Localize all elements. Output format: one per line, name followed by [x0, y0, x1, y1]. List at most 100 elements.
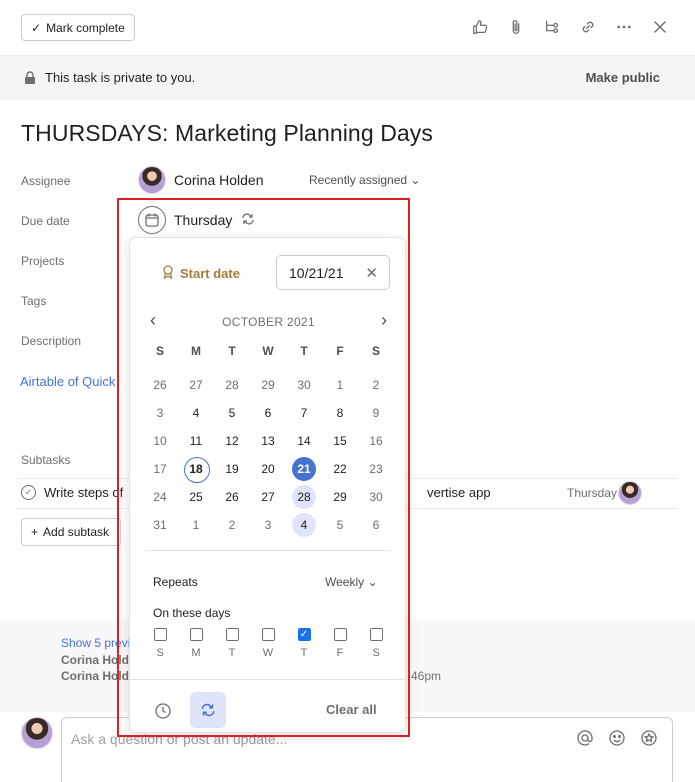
calendar-day[interactable]: 12	[214, 427, 250, 455]
calendar-day[interactable]: 16	[358, 427, 394, 455]
make-public-button[interactable]: Make public	[586, 70, 660, 85]
repeat-day-checkbox[interactable]	[225, 628, 239, 641]
calendar-day-number: 27	[189, 378, 203, 392]
calendar-day[interactable]: 25	[178, 483, 214, 511]
calendar-day[interactable]: 29	[322, 483, 358, 511]
calendar-day[interactable]: 28	[214, 371, 250, 399]
on-these-days-label: On these days	[153, 606, 231, 620]
calendar-day[interactable]: 5	[214, 399, 250, 427]
subtask-icon[interactable]	[542, 15, 562, 39]
more-icon[interactable]	[614, 15, 634, 39]
show-previous-link[interactable]: Show 5 previ	[61, 636, 130, 650]
clear-date-icon[interactable]: ✕	[365, 264, 378, 282]
recently-assigned-dropdown[interactable]: Recently assigned ⌄	[309, 173, 420, 187]
calendar-day[interactable]: 13	[250, 427, 286, 455]
assignee-label: Assignee	[21, 174, 71, 188]
calendar-day[interactable]: 18	[178, 455, 214, 483]
calendar-day[interactable]: 8	[322, 399, 358, 427]
repeat-icon	[201, 703, 215, 717]
thumbs-up-icon[interactable]	[470, 15, 490, 39]
chevron-right-icon[interactable]: ›	[381, 310, 387, 331]
calendar-day[interactable]: 5	[322, 511, 358, 539]
close-icon[interactable]	[650, 15, 670, 39]
calendar-day[interactable]: 3	[142, 399, 178, 427]
calendar-day[interactable]: 19	[214, 455, 250, 483]
clear-all-button[interactable]: Clear all	[326, 702, 377, 717]
start-date-button[interactable]: Start date	[161, 264, 240, 282]
add-subtask-button[interactable]: + Add subtask	[21, 518, 121, 546]
calendar-day[interactable]: 30	[358, 483, 394, 511]
calendar-day-number: 1	[192, 518, 200, 532]
calendar-day-number: 3	[264, 518, 272, 532]
calendar-month-label: OCTOBER 2021	[222, 315, 315, 329]
subtask-due-date[interactable]: Thursday	[567, 486, 617, 500]
calendar-day[interactable]: 11	[178, 427, 214, 455]
calendar-day[interactable]: 6	[250, 399, 286, 427]
activity-author[interactable]: Corina Holde	[61, 669, 136, 683]
repeat-icon	[240, 211, 256, 230]
calendar-day[interactable]: 1	[322, 371, 358, 399]
calendar-day[interactable]: 20	[250, 455, 286, 483]
due-date-field[interactable]: Thursday	[138, 206, 256, 234]
calendar-day[interactable]: 24	[142, 483, 178, 511]
repeat-days-checkboxes: S M T W ✓ T F S	[142, 628, 394, 659]
mark-complete-button[interactable]: ✓ Mark complete	[21, 14, 135, 41]
calendar-day[interactable]: 7	[286, 399, 322, 427]
repeat-day-checkbox[interactable]	[153, 628, 167, 641]
link-icon[interactable]	[578, 15, 598, 39]
star-badge-icon[interactable]	[639, 728, 659, 748]
calendar-day[interactable]: 3	[250, 511, 286, 539]
calendar-day[interactable]: 1	[178, 511, 214, 539]
calendar-day-number: 26	[153, 378, 167, 392]
due-date-input[interactable]: 10/21/21 ✕	[276, 255, 390, 290]
calendar-day[interactable]: 15	[322, 427, 358, 455]
paperclip-icon[interactable]	[506, 15, 526, 39]
repeat-day-checkbox[interactable]	[369, 628, 383, 641]
calendar-day[interactable]: 27	[178, 371, 214, 399]
assignee-field[interactable]: Corina Holden	[138, 166, 264, 194]
repeat-day-checkbox[interactable]	[189, 628, 203, 641]
calendar-day[interactable]: 9	[358, 399, 394, 427]
repeat-toggle-button[interactable]	[190, 692, 226, 728]
calendar-day[interactable]: 6	[358, 511, 394, 539]
calendar-day[interactable]: 28	[286, 483, 322, 511]
calendar-day[interactable]: 31	[142, 511, 178, 539]
repeat-day-checkbox[interactable]	[333, 628, 347, 641]
calendar-day[interactable]: 29	[250, 371, 286, 399]
calendar-day[interactable]: 4	[178, 399, 214, 427]
calendar-day[interactable]: 30	[286, 371, 322, 399]
calendar-icon	[138, 206, 166, 234]
task-title[interactable]: THURSDAYS: Marketing Planning Days	[21, 120, 433, 147]
calendar-day-number: 6	[372, 518, 380, 532]
clock-icon[interactable]	[152, 700, 174, 722]
calendar-day-number: 26	[225, 490, 239, 504]
repeat-day-checkbox[interactable]: ✓	[297, 628, 311, 641]
add-subtask-label: Add subtask	[43, 525, 110, 539]
at-mention-icon[interactable]	[575, 728, 595, 748]
calendar-day[interactable]: 26	[214, 483, 250, 511]
repeats-label: Repeats	[153, 575, 198, 589]
repeat-day-checkbox[interactable]	[261, 628, 275, 641]
repeat-day-option: S	[142, 628, 178, 659]
calendar-day[interactable]: 4	[286, 511, 322, 539]
calendar-day[interactable]: 23	[358, 455, 394, 483]
calendar-day[interactable]: 26	[142, 371, 178, 399]
calendar-day[interactable]: 14	[286, 427, 322, 455]
subtasks-label: Subtasks	[21, 453, 71, 467]
calendar-day[interactable]: 2	[358, 371, 394, 399]
description-link[interactable]: Airtable of Quick	[20, 374, 115, 389]
calendar-day[interactable]: 10	[142, 427, 178, 455]
calendar-day[interactable]: 17	[142, 455, 178, 483]
check-circle-icon[interactable]: ✓	[21, 485, 36, 500]
repeats-dropdown[interactable]: Weekly ⌄	[325, 575, 378, 589]
activity-author[interactable]: Corina Holde	[61, 653, 136, 667]
weekday-label: M	[191, 344, 201, 358]
calendar-day[interactable]: 2	[214, 511, 250, 539]
calendar-day[interactable]: 27	[250, 483, 286, 511]
calendar-day[interactable]: 22	[322, 455, 358, 483]
calendar-day[interactable]: 21	[286, 455, 322, 483]
weekday-label: S	[155, 344, 164, 358]
emoji-icon[interactable]	[607, 728, 627, 748]
lock-icon	[23, 71, 37, 85]
avatar[interactable]	[618, 481, 642, 505]
